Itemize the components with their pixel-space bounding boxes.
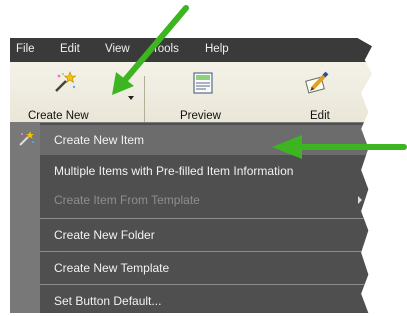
menu-item-label: Set Button Default... [54, 294, 162, 308]
preview-label: Preview [180, 110, 221, 122]
menu-view[interactable]: View [105, 43, 130, 55]
app-window: File Edit View Tools Help Create New Pre… [10, 38, 372, 313]
menu-item-label: Create New Item [54, 133, 145, 147]
magic-wand-icon [19, 131, 34, 146]
menu-item-create-new-item[interactable]: Create New Item [40, 125, 370, 155]
menu-separator [40, 218, 370, 219]
menu-item-multiple-items[interactable]: Multiple Items with Pre-filled Item Info… [40, 156, 370, 186]
edit-label: Edit [310, 110, 330, 122]
menu-edit[interactable]: Edit [60, 43, 80, 55]
menu-separator [40, 284, 370, 285]
menu-file[interactable]: File [16, 43, 35, 55]
magic-wand-icon [55, 71, 77, 92]
menu-item-create-from-template: Create Item From Template [40, 185, 370, 215]
menu-item-label: Create New Template [54, 261, 170, 275]
edit-pencil-icon [305, 71, 329, 94]
menu-item-set-button-default[interactable]: Set Button Default... [40, 286, 370, 313]
menu-item-create-new-template[interactable]: Create New Template [40, 253, 370, 283]
menu-item-label: Create New Folder [54, 228, 155, 242]
preview-icon [193, 72, 213, 94]
menu-item-label: Multiple Items with Pre-filled Item Info… [54, 164, 294, 178]
menu-item-create-new-folder[interactable]: Create New Folder [40, 220, 370, 250]
toolbar-separator [144, 76, 145, 124]
menu-tools[interactable]: Tools [152, 43, 179, 55]
menu-item-label: Create Item From Template [54, 193, 200, 207]
chevron-down-icon[interactable] [128, 96, 134, 100]
submenu-arrow-icon [358, 196, 362, 204]
menu-bar: File Edit View Tools Help [10, 38, 372, 62]
menu-icon-gutter [10, 123, 40, 313]
menu-help[interactable]: Help [205, 43, 229, 55]
create-new-label: Create New [28, 110, 89, 122]
menu-separator [40, 251, 370, 252]
create-new-dropdown-menu: Create New Item Multiple Items with Pre-… [10, 122, 370, 313]
